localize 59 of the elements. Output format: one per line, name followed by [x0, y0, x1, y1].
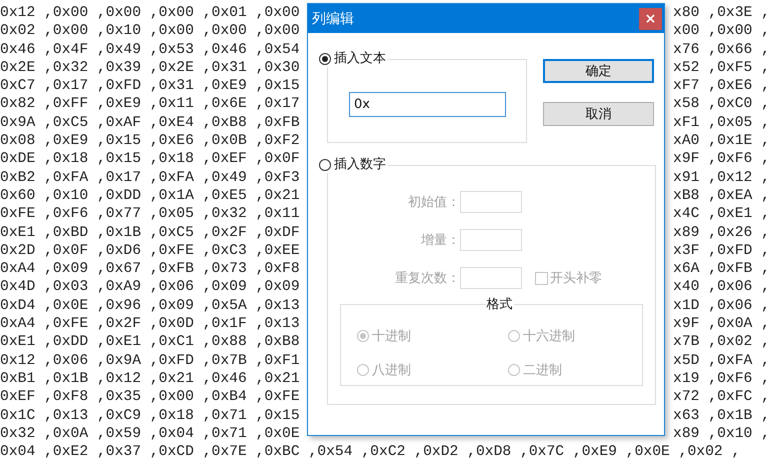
- field-label: 初始值：: [407, 194, 460, 211]
- code-line: 0x4D ,0x03 ,0xA9 ,0x06 ,0x09 ,0x09: [0, 278, 300, 297]
- code-line: 0x82 ,0xFF ,0xE9 ,0x11 ,0x6E ,0x17: [0, 95, 300, 114]
- code-line: 0x12 ,0x06 ,0x9A ,0xFD ,0x7B ,0xF1: [0, 352, 300, 370]
- code-line: 0x1C ,0x13 ,0xC9 ,0x18 ,0x71 ,0x15: [0, 406, 300, 425]
- code-line: 0x9A ,0xC5 ,0xAF ,0xE4 ,0xB8 ,0xFB: [0, 114, 300, 132]
- code-line: 0xE1 ,0xBD ,0x1B ,0xC5 ,0x2F ,0xDF: [0, 224, 300, 242]
- code-line: x40 ,0x06 ,: [673, 278, 770, 297]
- dialog-title: 列编辑: [312, 10, 354, 28]
- code-line: 0x2E ,0x32 ,0x39 ,0x2E ,0x31 ,0x30: [0, 58, 300, 78]
- field-label: 增量：: [420, 232, 460, 249]
- field-label: 重复次数：: [394, 270, 460, 287]
- code-line: 0xA4 ,0x09 ,0x67 ,0xFB ,0x73 ,0xF8: [0, 260, 300, 278]
- code-line: xF7 ,0xE6 ,: [673, 77, 770, 96]
- code-line: 0x2D ,0x0F ,0xD6 ,0xFE ,0xC3 ,0xEE: [0, 242, 300, 260]
- code-line: 0xA4 ,0xFE ,0x2F ,0x0D ,0x1F ,0x13: [0, 315, 300, 334]
- code-line: x00 ,0x00 ,: [673, 22, 770, 41]
- code-line: x58 ,0xC0 ,: [673, 95, 770, 114]
- code-line: 0x02 ,0x00 ,0x10 ,0x00 ,0x00 ,0x00: [0, 22, 300, 41]
- code-line: x19 ,0xF6 ,: [673, 370, 770, 388]
- code-line: x6A ,0xFB ,: [673, 260, 770, 278]
- insert-text-radio[interactable]: 插入文本: [319, 51, 386, 67]
- code-line: x3F ,0xFD ,: [673, 242, 770, 260]
- code-line: x89 ,0x10 ,: [673, 424, 770, 444]
- code-line: x91 ,0x12 ,: [673, 168, 770, 187]
- code-line: 0xFE ,0xF6 ,0x77 ,0x05 ,0x32 ,0x11: [0, 205, 300, 224]
- code-line: x76 ,0x66 ,: [673, 40, 770, 59]
- code-line: x63 ,0x1B ,: [673, 406, 770, 425]
- code-line: x80 ,0x3E ,: [673, 4, 770, 22]
- code-line: 0xB1 ,0x1B ,0x12 ,0x21 ,0x46 ,0x21: [0, 370, 300, 388]
- code-line: x72 ,0xFC ,: [673, 388, 770, 407]
- close-button[interactable]: ×: [639, 8, 662, 30]
- code-line: 0xB2 ,0xFA ,0x17 ,0xFA ,0x49 ,0xF3: [0, 168, 300, 187]
- code-line: xB8 ,0xEA ,: [673, 186, 770, 206]
- dialog-button[interactable]: 取消: [543, 102, 654, 126]
- code-line: 0x12 ,0x00 ,0x00 ,0x00 ,0x01 ,0x00: [0, 4, 300, 22]
- code-line: x1D ,0x06 ,: [673, 296, 770, 316]
- code-line: 0x46 ,0x4F ,0x49 ,0x53 ,0x46 ,0x54: [0, 40, 300, 59]
- code-line: 0x60 ,0x10 ,0xDD ,0x1A ,0xE5 ,0x21: [0, 186, 300, 206]
- format-title: 格式: [486, 296, 514, 313]
- code-line: x9F ,0x0A ,: [673, 315, 770, 334]
- code-line: xF1 ,0x05 ,: [673, 114, 770, 132]
- code-line: 0x08 ,0xE9 ,0x15 ,0xE6 ,0x0B ,0xF2: [0, 132, 300, 150]
- code-line: 0xEF ,0xF8 ,0x35 ,0x00 ,0xB4 ,0xFE: [0, 388, 300, 407]
- code-line: 0x04 ,0xE2 ,0x37 ,0xCD ,0x7E ,0xBC ,0x54 ,0xC2 ,0xD2 ,0xD8 ,0x7C ,0xE9 ,0x0E ,0x02 ,: [0, 443, 740, 461]
- code-line: xA0 ,0x1E ,: [673, 132, 770, 150]
- code-line: x5D ,0xFA ,: [673, 352, 770, 370]
- code-line: x52 ,0xF5 ,: [673, 58, 770, 78]
- code-line: 0xC7 ,0x17 ,0xFD ,0x31 ,0xE9 ,0x15: [0, 77, 300, 96]
- code-line: x9F ,0xF6 ,: [673, 150, 770, 169]
- code-line: x7B ,0x02 ,: [673, 333, 770, 352]
- code-line: x89 ,0x26 ,: [673, 224, 770, 242]
- code-line: 0xE1 ,0xDD ,0xE1 ,0xC1 ,0x88 ,0xB8: [0, 333, 300, 352]
- code-line: 0x32 ,0x0A ,0x59 ,0x04 ,0x71 ,0x0E: [0, 424, 300, 444]
- text-input-field[interactable]: 0x: [349, 92, 506, 117]
- code-line: 0xD4 ,0x0E ,0x96 ,0x09 ,0x5A ,0x13: [0, 296, 300, 316]
- code-line: x4C ,0xE1 ,: [673, 205, 770, 224]
- dialog-button[interactable]: 确定: [543, 59, 654, 83]
- code-line: 0xDE ,0x18 ,0x15 ,0x18 ,0xEF ,0x0F: [0, 150, 300, 169]
